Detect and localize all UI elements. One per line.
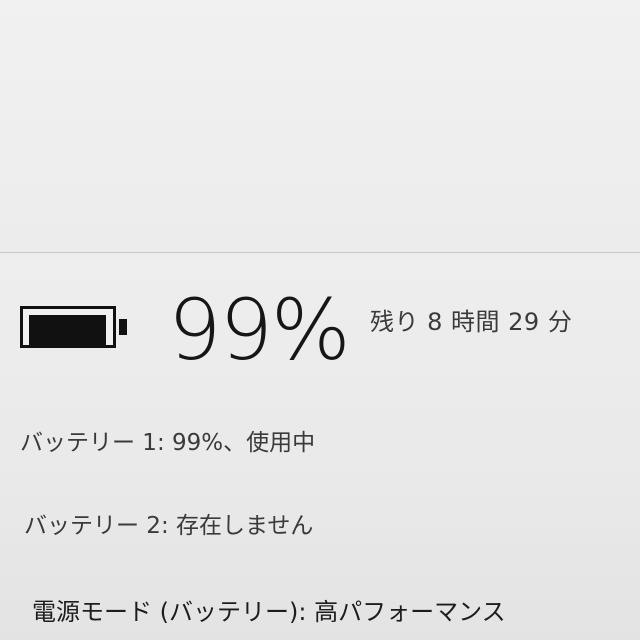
battery-tip	[119, 319, 127, 335]
desktop-backdrop	[0, 0, 640, 252]
power-mode-setting[interactable]: 電源モード (バッテリー): 高パフォーマンス	[32, 592, 506, 627]
battery-percent: 99%	[168, 281, 351, 379]
battery-time-remaining: 残り 8 時間 29 分	[370, 308, 573, 336]
battery-1-status: バッテリー 1: 99%、使用中	[20, 430, 316, 456]
battery-fill	[29, 315, 106, 345]
battery-2-status: バッテリー 2: 存在しません	[24, 513, 314, 539]
battery-shell	[20, 306, 116, 348]
screen: 99% 残り 8 時間 29 分 バッテリー 1: 99%、使用中 バッテリー …	[0, 0, 640, 640]
battery-icon	[20, 306, 128, 354]
